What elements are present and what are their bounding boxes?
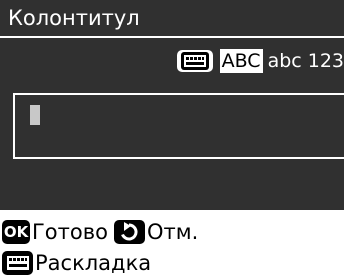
page-title: Колонтитул — [8, 6, 140, 30]
layout-button-label: Раскладка — [35, 251, 152, 275]
keyboard-layout-icon[interactable] — [176, 50, 213, 72]
ok-button-icon[interactable]: OK — [2, 220, 30, 244]
layout-button-icon[interactable] — [2, 251, 33, 275]
back-button-icon[interactable] — [113, 220, 145, 244]
input-mode-uppercase-selected: ABC — [219, 49, 263, 73]
lcd-screen: Колонтитул ABC abc 123 OK Готово Отм. Ра… — [0, 0, 344, 278]
header-text-field[interactable] — [13, 93, 344, 159]
button-guide-row-1: OK Готово Отм. — [2, 217, 198, 247]
button-guide-row-2: Раскладка — [2, 248, 151, 278]
ok-button-label: Готово — [32, 220, 108, 244]
text-cursor — [30, 105, 40, 125]
input-mode-numeric: 123 — [307, 50, 344, 72]
input-mode-indicator: ABC abc 123 — [176, 47, 344, 75]
back-button-label: Отм. — [146, 220, 199, 244]
screen-title-bar: Колонтитул — [0, 0, 344, 38]
button-guide: OK Готово Отм. Раскладка — [0, 210, 344, 278]
input-mode-lowercase: abc — [267, 50, 302, 72]
text-entry-panel: ABC abc 123 — [0, 38, 344, 210]
